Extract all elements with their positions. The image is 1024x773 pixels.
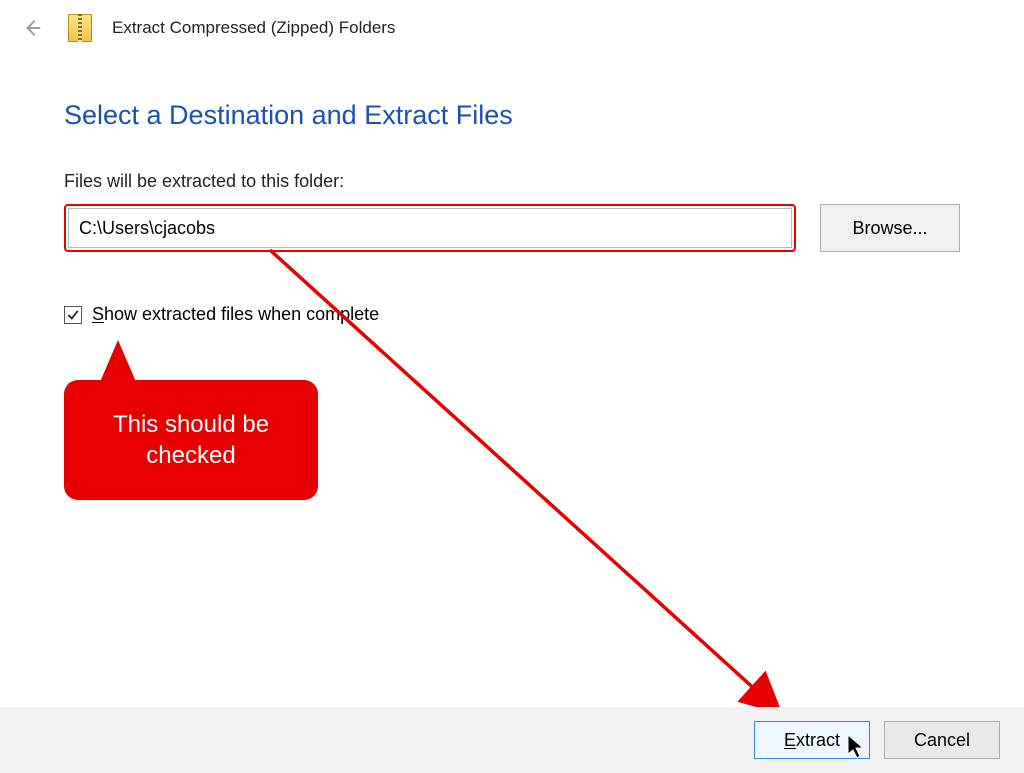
path-highlight <box>64 204 796 252</box>
destination-path-input[interactable] <box>68 208 792 248</box>
window-title: Extract Compressed (Zipped) Folders <box>112 18 395 38</box>
page-heading: Select a Destination and Extract Files <box>64 100 960 131</box>
back-arrow-icon <box>20 16 44 40</box>
extract-button[interactable]: Extract <box>754 721 870 759</box>
browse-button[interactable]: Browse... <box>820 204 960 252</box>
folder-label: Files will be extracted to this folder: <box>64 171 960 192</box>
zip-folder-icon <box>68 14 92 42</box>
annotation-callout: This should be checked <box>64 380 318 500</box>
show-extracted-label: Show extracted files when complete <box>92 304 379 325</box>
cancel-button[interactable]: Cancel <box>884 721 1000 759</box>
annotation-callout-tail <box>100 340 136 382</box>
show-extracted-checkbox[interactable] <box>64 306 82 324</box>
